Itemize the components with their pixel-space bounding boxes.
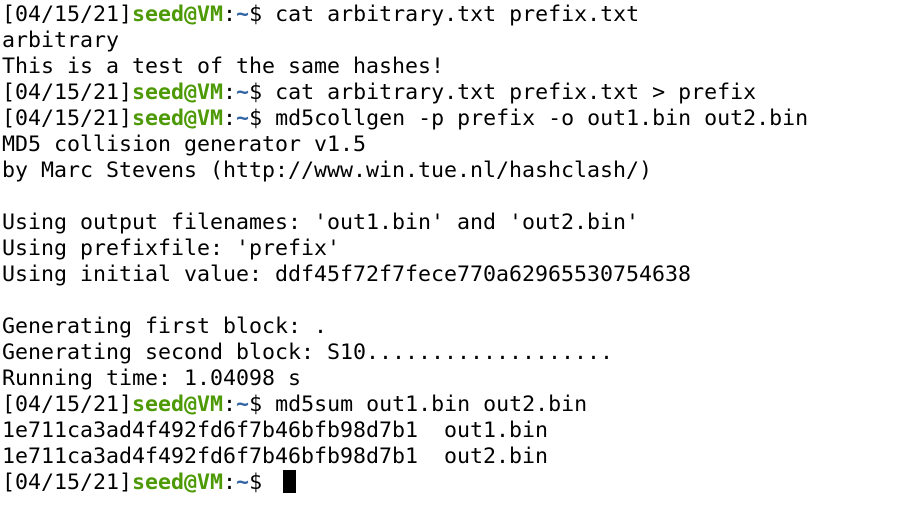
prompt-timestamp: [04/15/21] [2,80,133,105]
prompt-path: ~ [236,392,250,417]
output-line: by Marc Stevens (http://www.win.tue.nl/h… [2,158,653,183]
prompt-colon: : [223,392,237,417]
prompt-line: [04/15/21]seed@VM:~$ cat arbitrary.txt p… [2,80,902,106]
prompt-colon: : [223,80,237,105]
prompt-path: ~ [236,470,250,495]
terminal-cursor[interactable] [283,470,297,493]
command-text: cat arbitrary.txt prefix.txt [275,2,640,27]
prompt-line: [04/15/21]seed@VM:~$ md5collgen -p prefi… [2,106,902,132]
prompt-path: ~ [236,106,250,131]
output-line: 1e711ca3ad4f492fd6f7b46bfb98d7b1 out2.bi… [2,444,549,469]
prompt-symbol: $ [249,470,276,495]
output-line: arbitrary [2,28,120,53]
prompt-line: [04/15/21]seed@VM:~$ cat arbitrary.txt p… [2,2,902,28]
output-line: This is a test of the same hashes! [2,54,445,79]
prompt-timestamp: [04/15/21] [2,392,133,417]
prompt-user: seed@VM [132,106,224,131]
prompt-user: seed@VM [132,392,224,417]
prompt-user: seed@VM [132,2,224,27]
prompt-user: seed@VM [132,470,224,495]
output-line: MD5 collision generator v1.5 [2,132,367,157]
prompt-colon: : [223,470,237,495]
prompt-timestamp: [04/15/21] [2,2,133,27]
prompt-line: [04/15/21]seed@VM:~$ md5sum out1.bin out… [2,392,902,418]
output-line: Using output filenames: 'out1.bin' and '… [2,210,640,235]
output-line: Running time: 1.04098 s [2,366,302,391]
prompt-path: ~ [236,80,250,105]
command-text: cat arbitrary.txt prefix.txt > prefix [275,80,757,105]
prompt-user: seed@VM [132,80,224,105]
prompt-symbol: $ [249,80,276,105]
prompt-path: ~ [236,2,250,27]
prompt-timestamp: [04/15/21] [2,106,133,131]
prompt-line: [04/15/21]seed@VM:~$ [2,470,902,496]
terminal-window[interactable]: [04/15/21]seed@VM:~$ cat arbitrary.txt p… [2,2,902,505]
prompt-colon: : [223,106,237,131]
output-line: Using prefixfile: 'prefix' [2,236,341,261]
output-line: Generating second block: S10............… [2,340,614,365]
prompt-timestamp: [04/15/21] [2,470,133,495]
output-line: 1e711ca3ad4f492fd6f7b46bfb98d7b1 out1.bi… [2,418,549,443]
output-line: Using initial value: ddf45f72f7fece770a6… [2,262,692,287]
prompt-colon: : [223,2,237,27]
command-text: md5collgen -p prefix -o out1.bin out2.bi… [275,106,809,131]
output-line: Generating first block: . [2,314,328,339]
prompt-symbol: $ [249,106,276,131]
command-text: md5sum out1.bin out2.bin [275,392,588,417]
prompt-symbol: $ [249,2,276,27]
prompt-symbol: $ [249,392,276,417]
